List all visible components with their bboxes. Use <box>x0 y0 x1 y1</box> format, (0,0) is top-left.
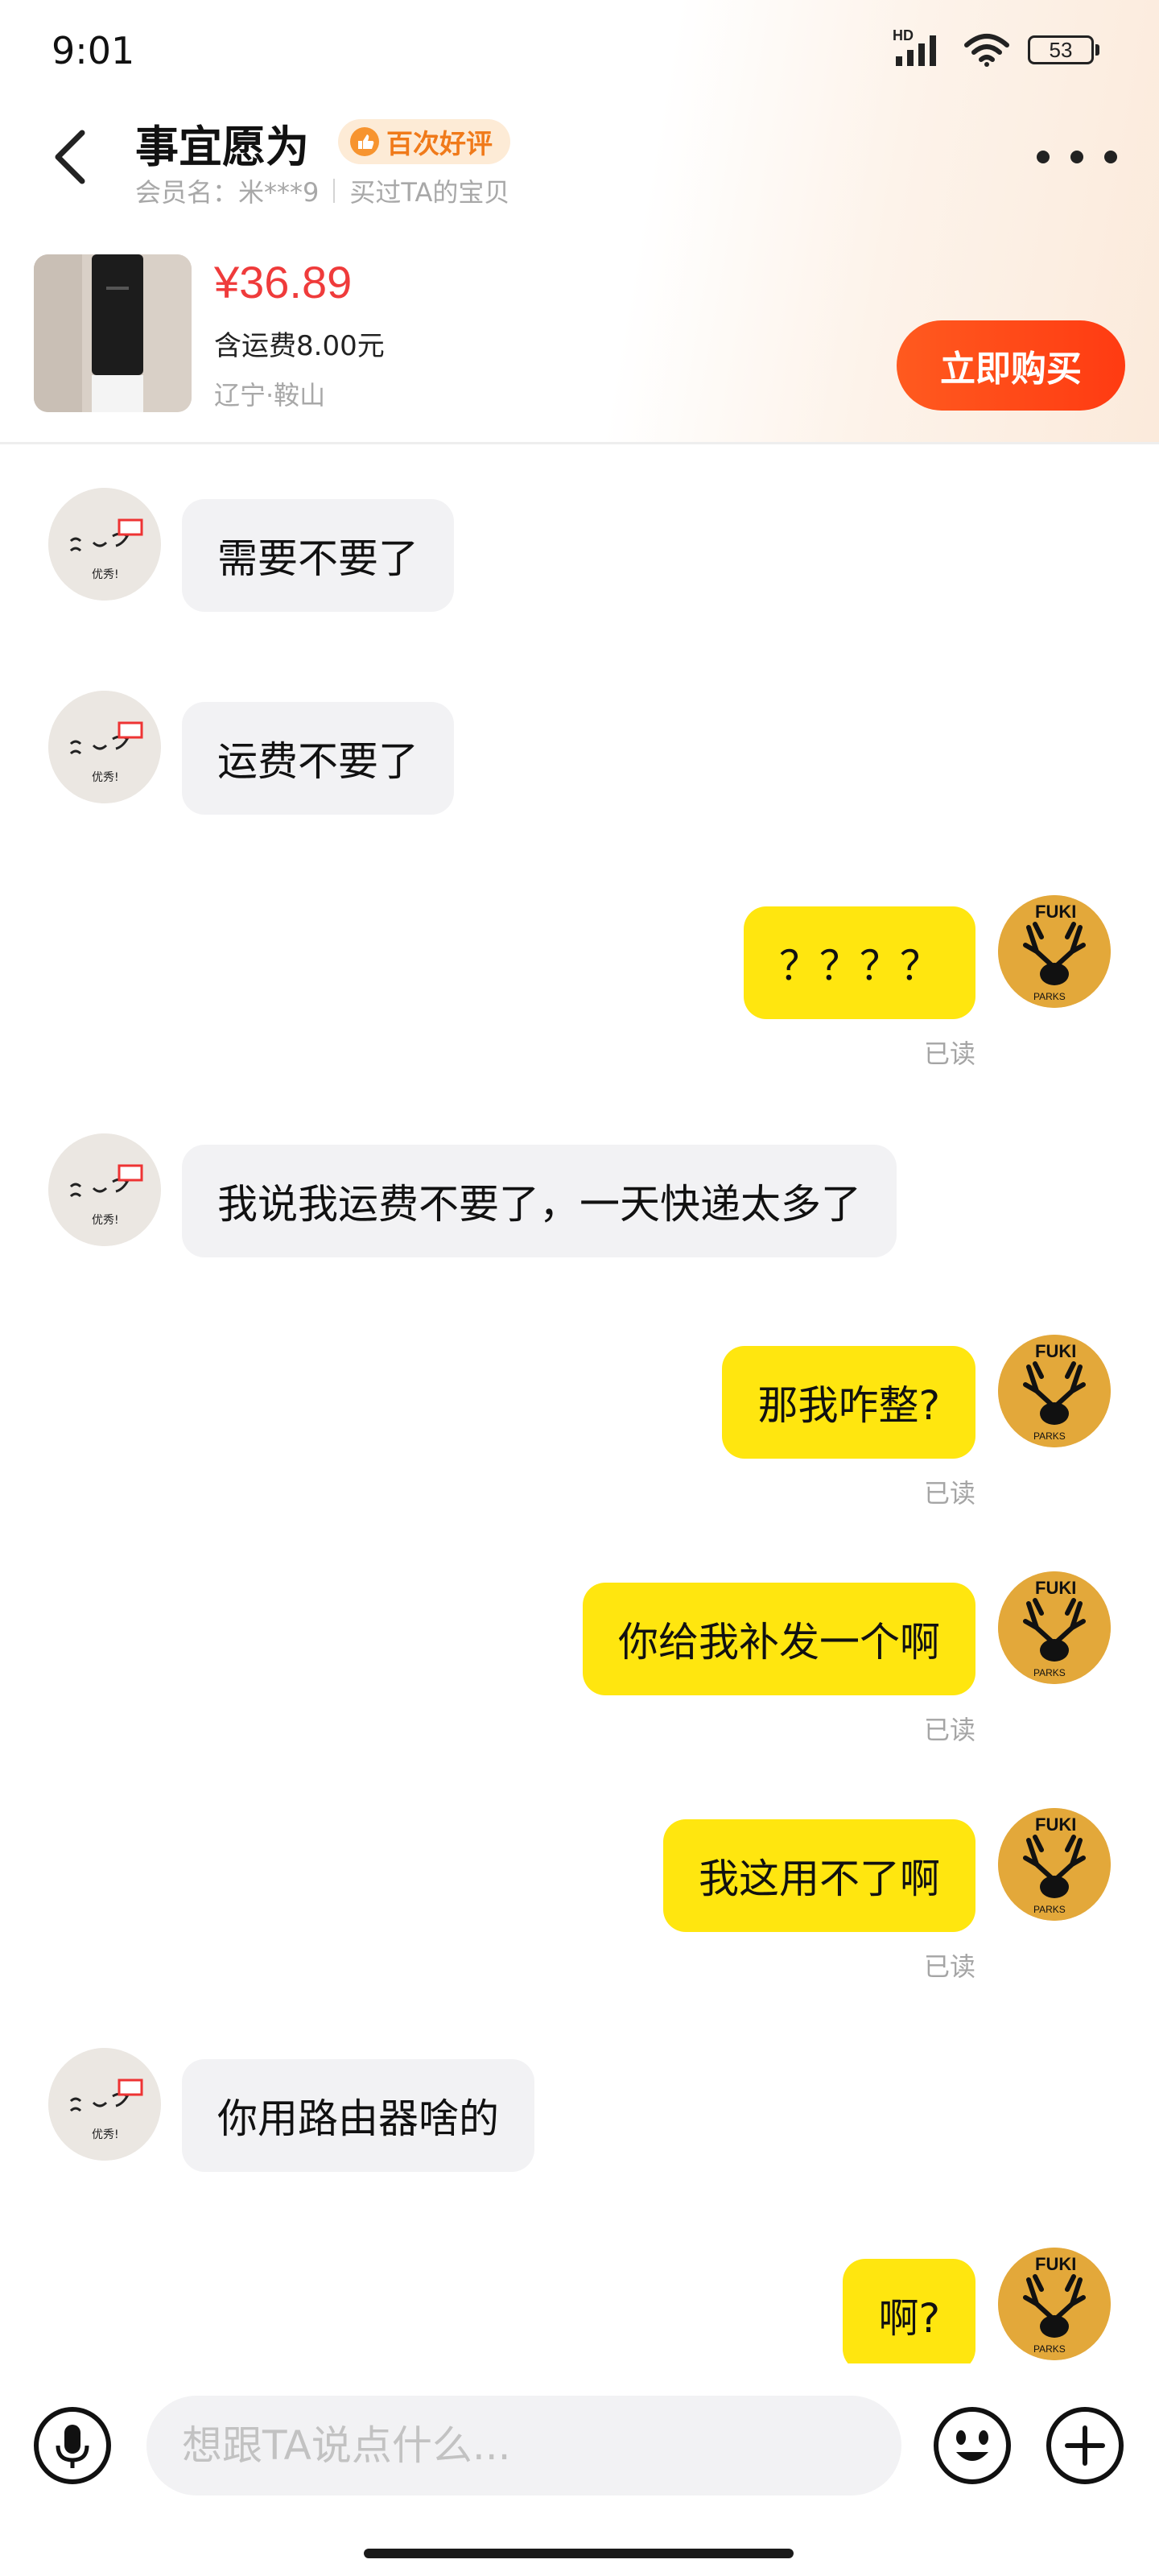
message-bubble[interactable]: 啊? <box>843 2259 975 2363</box>
read-status: 已读 <box>923 1478 975 1509</box>
seller-avatar[interactable]: 优秀! <box>48 2048 161 2161</box>
read-status: 已读 <box>923 1715 975 1745</box>
svg-text:PARKS: PARKS <box>1033 1430 1066 1442</box>
svg-text:PARKS: PARKS <box>1033 1667 1066 1678</box>
review-badge: 百次好评 <box>338 119 510 164</box>
svg-text:优秀!: 优秀! <box>92 1214 119 1227</box>
product-location: 辽宁·鞍山 <box>214 380 326 411</box>
shipping-fee: 含运费8.00元 <box>214 330 385 362</box>
product-thumbnail[interactable] <box>34 254 192 412</box>
svg-text:优秀!: 优秀! <box>92 2128 119 2141</box>
seller-avatar[interactable]: 优秀! <box>48 488 161 601</box>
svg-text:优秀!: 优秀! <box>92 568 119 581</box>
message-bubble[interactable]: 我说我运费不要了，一天快递太多了 <box>182 1145 897 1257</box>
message-bubble[interactable]: 你给我补发一个啊 <box>583 1583 975 1695</box>
shop-sub-info: 会员名：米***9 买过TA的宝贝 <box>135 172 509 209</box>
plus-icon <box>1046 2407 1124 2484</box>
chevron-left-icon <box>55 130 85 184</box>
read-status: 已读 <box>923 1951 975 1982</box>
status-icons: HD 53 <box>893 27 1099 68</box>
bought-label: 买过TA的宝贝 <box>349 177 510 208</box>
add-button[interactable] <box>1045 2405 1125 2486</box>
svg-text:FUKI: FUKI <box>1035 1341 1076 1361</box>
my-avatar[interactable]: FUKI PARKS <box>998 2248 1111 2360</box>
divider <box>333 179 336 203</box>
more-dot-icon <box>1070 151 1083 163</box>
home-indicator[interactable] <box>364 2549 794 2558</box>
read-status: 已读 <box>923 1038 975 1069</box>
seller-avatar[interactable]: 优秀! <box>48 691 161 803</box>
svg-text:FUKI: FUKI <box>1035 1814 1076 1835</box>
signal-label: HD <box>893 27 914 43</box>
more-dot-icon <box>1037 151 1050 163</box>
voice-button[interactable] <box>32 2405 113 2486</box>
battery-icon: 53 <box>1028 35 1099 64</box>
svg-text:PARKS: PARKS <box>1033 2343 1066 2355</box>
wifi-icon <box>964 34 1009 67</box>
status-time: 9:01 <box>52 29 135 72</box>
more-dot-icon <box>1104 151 1117 163</box>
my-avatar[interactable]: FUKI PARKS <box>998 1808 1111 1921</box>
svg-text:PARKS: PARKS <box>1033 991 1066 1002</box>
product-price: ¥36.89 <box>214 257 353 308</box>
svg-text:FUKI: FUKI <box>1035 1578 1076 1598</box>
member-name: 会员名：米***9 <box>135 177 320 208</box>
message-input[interactable] <box>146 2396 901 2496</box>
badge-label: 百次好评 <box>386 128 493 159</box>
microphone-icon <box>34 2407 111 2484</box>
svg-text:FUKI: FUKI <box>1035 2254 1076 2274</box>
my-avatar[interactable]: FUKI PARKS <box>998 1571 1111 1684</box>
buy-now-button[interactable]: 立即购买 <box>897 320 1125 411</box>
back-button[interactable] <box>45 121 93 193</box>
chat-header-area: 9:01 HD 53 事宜愿为 百次好评 会员名：米***9 买过TA的宝贝 ¥… <box>0 0 1159 444</box>
battery-level: 53 <box>1028 35 1094 64</box>
chat-messages[interactable]: 优秀! 需要不要了 优秀! 运费不要了 FUKI PARKS ？？？？ 已读 优秀… <box>0 448 1159 2363</box>
signal-icon: HD <box>893 27 946 68</box>
message-bubble[interactable]: 你用路由器啥的 <box>182 2059 534 2172</box>
more-options-button[interactable] <box>1037 137 1117 177</box>
message-bubble[interactable]: 需要不要了 <box>182 499 454 612</box>
shop-name[interactable]: 事宜愿为 <box>135 111 309 175</box>
svg-text:PARKS: PARKS <box>1033 1904 1066 1915</box>
svg-text:优秀!: 优秀! <box>92 771 119 784</box>
input-bar <box>0 2363 1159 2576</box>
svg-text:FUKI: FUKI <box>1035 902 1076 922</box>
message-bubble[interactable]: 那我咋整? <box>722 1346 975 1459</box>
my-avatar[interactable]: FUKI PARKS <box>998 1335 1111 1447</box>
message-bubble[interactable]: 运费不要了 <box>182 702 454 815</box>
emoji-button[interactable] <box>932 2405 1013 2486</box>
message-bubble[interactable]: ？？？？ <box>744 906 975 1019</box>
emoji-icon <box>934 2407 1011 2484</box>
thumbs-up-icon <box>350 127 379 156</box>
message-bubble[interactable]: 我这用不了啊 <box>663 1819 975 1932</box>
seller-avatar[interactable]: 优秀! <box>48 1133 161 1246</box>
my-avatar[interactable]: FUKI PARKS <box>998 895 1111 1008</box>
